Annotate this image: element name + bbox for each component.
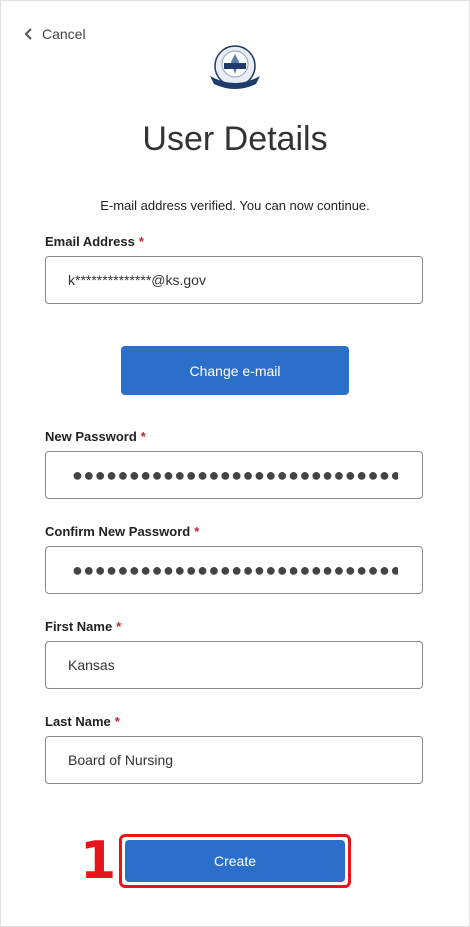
required-mark: *	[140, 429, 146, 444]
confirm-password-label-text: Confirm New Password	[45, 524, 191, 539]
verification-message: E-mail address verified. You can now con…	[100, 198, 370, 213]
new-password-label-text: New Password	[45, 429, 137, 444]
new-password-field-box	[45, 451, 423, 499]
create-button-highlight: Create	[119, 834, 351, 888]
email-field[interactable]	[46, 257, 422, 303]
last-name-label-text: Last Name	[45, 714, 111, 729]
first-name-label-text: First Name	[45, 619, 113, 634]
email-field-box	[45, 256, 423, 304]
kansas-board-of-nursing-logo	[210, 45, 260, 89]
first-name-field-box	[45, 641, 423, 689]
chevron-left-icon	[24, 28, 32, 40]
confirm-password-field-box	[45, 546, 423, 594]
email-label-text: Email Address	[45, 234, 135, 249]
change-email-button[interactable]: Change e-mail	[121, 346, 349, 395]
email-label: Email Address *	[45, 234, 144, 249]
required-mark: *	[114, 714, 120, 729]
create-button[interactable]: Create	[125, 840, 345, 882]
step-number-annotation: 1	[80, 831, 117, 891]
last-name-field-box	[45, 736, 423, 784]
required-mark: *	[194, 524, 200, 539]
cancel-link[interactable]: Cancel	[22, 26, 86, 42]
required-mark: *	[138, 234, 144, 249]
confirm-password-label: Confirm New Password *	[45, 524, 199, 539]
cancel-label: Cancel	[42, 26, 86, 42]
required-mark: *	[116, 619, 122, 634]
last-name-field[interactable]	[46, 737, 422, 783]
page-title: User Details	[142, 120, 328, 158]
first-name-label: First Name *	[45, 619, 121, 634]
new-password-field[interactable]	[46, 452, 422, 498]
last-name-label: Last Name *	[45, 714, 120, 729]
first-name-field[interactable]	[46, 642, 422, 688]
new-password-label: New Password *	[45, 429, 146, 444]
confirm-password-field[interactable]	[46, 547, 422, 593]
